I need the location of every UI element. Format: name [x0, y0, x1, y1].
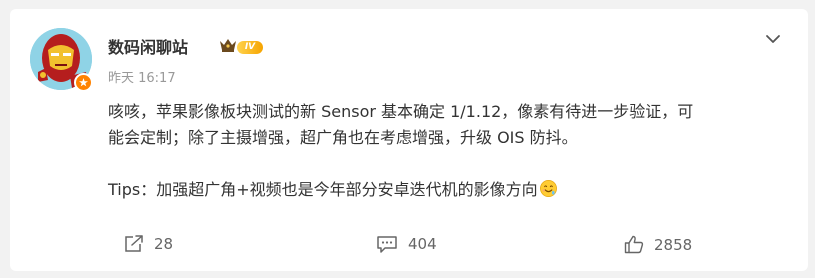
post-text-line: 能会定制；除了主摄增强，超广角也在考虑增强，升级 OIS 防抖。: [108, 128, 578, 147]
repost-icon: [125, 235, 143, 252]
crown-icon: [220, 39, 236, 52]
thumbs-up-icon: [624, 235, 644, 254]
repost-count: 28: [154, 235, 174, 253]
avatar[interactable]: [30, 28, 93, 92]
post-text-line: 咳咳，苹果影像板块测试的新 Sensor 基本确定 1/1.12，像素有待进一步…: [108, 102, 694, 121]
post-text-line: Tips：加强超广角+视频也是今年部分安卓迭代机的影像方向: [108, 177, 788, 203]
post-tips-text: Tips：加强超广角+视频也是今年部分安卓迭代机的影像方向: [108, 180, 538, 199]
comment-icon: [377, 236, 397, 253]
post-time[interactable]: 昨天 16:17: [108, 71, 176, 86]
level-badge: IV: [237, 41, 263, 54]
author-name[interactable]: 数码闲聊站: [108, 34, 188, 58]
verified-badge-icon: [74, 73, 93, 92]
post-card: 数码闲聊站 IV 昨天 16:17 咳咳，苹果影像板块测试的新 Sensor 基…: [10, 9, 808, 271]
comment-button[interactable]: 404: [376, 235, 437, 253]
post-content: 咳咳，苹果影像板块测试的新 Sensor 基本确定 1/1.12，像素有待进一步…: [108, 99, 788, 203]
comment-count: 404: [408, 235, 437, 253]
like-button[interactable]: 2858: [624, 235, 692, 254]
drooling-face-emoji-icon: [539, 180, 557, 197]
post-meta: 昨天 16:17: [108, 67, 176, 86]
repost-button[interactable]: 28: [124, 235, 173, 253]
like-count: 2858: [654, 235, 693, 254]
chevron-down-icon[interactable]: [765, 33, 781, 45]
